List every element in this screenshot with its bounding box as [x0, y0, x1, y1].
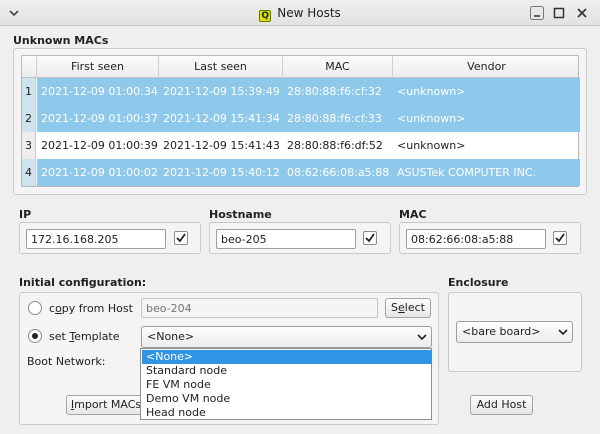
ip-label: IP: [19, 208, 32, 221]
hostname-checkbox[interactable]: [363, 231, 377, 245]
row-number: 3: [22, 132, 36, 159]
template-option-standard-node[interactable]: Standard node: [142, 364, 432, 378]
first-seen-cell: 2021-12-09 01:00:34: [37, 78, 159, 105]
mac-label: MAC: [399, 208, 427, 221]
mac-cell: 28:80:88:f6:df:52: [287, 139, 383, 152]
import-macs-button[interactable]: Import MACs: [66, 395, 146, 415]
unknown-macs-table[interactable]: First seen Last seen MAC Vendor 1 2021-1…: [21, 55, 580, 187]
minimize-icon[interactable]: [529, 5, 545, 21]
template-select-value: <None>: [147, 330, 195, 343]
row-number: 1: [22, 78, 36, 105]
first-seen-cell: 2021-12-09 01:00:39: [41, 139, 158, 152]
add-host-button[interactable]: Add Host: [470, 395, 533, 415]
template-dropdown-list[interactable]: <None> Standard node FE VM node Demo VM …: [140, 348, 432, 420]
copy-from-host-radio[interactable]: [28, 301, 42, 315]
table-row[interactable]: 3 2021-12-09 01:00:39 2021-12-09 15:41:4…: [22, 132, 578, 159]
table-row[interactable]: 2 2021-12-09 01:00:37 2021-12-09 15:41:3…: [22, 105, 580, 132]
first-seen-cell: 2021-12-09 01:00:37: [37, 105, 159, 132]
chevron-down-icon: [558, 329, 568, 336]
close-icon[interactable]: [574, 5, 590, 21]
copy-from-host-label[interactable]: copy from Host: [49, 302, 133, 315]
copy-from-host-input[interactable]: [141, 298, 378, 318]
column-header-last-seen[interactable]: Last seen: [159, 56, 283, 78]
set-template-radio[interactable]: [28, 329, 42, 343]
mac-cell: 28:80:88:f6:cf:32: [283, 78, 393, 105]
mac-checkbox[interactable]: [553, 231, 567, 245]
initial-config-label: Initial configuration:: [19, 276, 147, 289]
chevron-down-icon: [417, 334, 427, 341]
enclosure-select-value: <bare board>: [462, 325, 541, 338]
last-seen-cell: 2021-12-09 15:39:49: [159, 78, 283, 105]
enclosure-select[interactable]: <bare board>: [456, 321, 573, 343]
mac-cell: 28:80:88:f6:cf:33: [283, 105, 393, 132]
first-seen-cell: 2021-12-09 01:00:02: [37, 159, 159, 186]
window-menu-icon[interactable]: [6, 5, 22, 21]
hostname-label: Hostname: [209, 208, 272, 221]
title-bar: Q New Hosts: [0, 0, 600, 26]
table-row[interactable]: 4 2021-12-09 01:00:02 2021-12-09 15:40:1…: [22, 159, 580, 186]
column-header-first-seen[interactable]: First seen: [37, 56, 159, 78]
last-seen-cell: 2021-12-09 15:41:43: [163, 139, 280, 152]
maximize-icon[interactable]: [551, 5, 567, 21]
vendor-cell: <unknown>: [397, 139, 466, 152]
row-number: 4: [22, 159, 36, 186]
template-option-fe-vm-node[interactable]: FE VM node: [142, 378, 432, 392]
template-option-demo-vm-node[interactable]: Demo VM node: [142, 392, 432, 406]
table-row[interactable]: 1 2021-12-09 01:00:34 2021-12-09 15:39:4…: [22, 78, 580, 105]
app-logo-icon: Q: [259, 10, 272, 22]
last-seen-cell: 2021-12-09 15:40:12: [159, 159, 283, 186]
last-seen-cell: 2021-12-09 15:41:34: [159, 105, 283, 132]
corner-header: [22, 56, 37, 78]
ip-input[interactable]: [26, 229, 166, 249]
template-option-head-node[interactable]: Head node: [142, 406, 432, 420]
select-button[interactable]: Select: [385, 298, 431, 318]
template-option-none[interactable]: <None>: [142, 350, 432, 364]
window-title: New Hosts: [277, 6, 341, 20]
unknown-macs-label: Unknown MACs: [13, 34, 109, 47]
template-select[interactable]: <None>: [141, 326, 432, 348]
enclosure-label: Enclosure: [448, 276, 509, 289]
hostname-input[interactable]: [216, 229, 356, 249]
mac-cell: 08:62:66:08:a5:88: [283, 159, 393, 186]
mac-input[interactable]: [406, 229, 546, 249]
set-template-label[interactable]: set Template: [49, 330, 120, 343]
column-header-vendor[interactable]: Vendor: [393, 56, 580, 78]
vendor-cell: <unknown>: [393, 78, 580, 105]
boot-network-label: Boot Network:: [27, 355, 106, 368]
ip-checkbox[interactable]: [174, 231, 188, 245]
vendor-cell: ASUSTek COMPUTER INC.: [393, 159, 580, 186]
table-header: First seen Last seen MAC Vendor: [22, 56, 578, 78]
column-header-mac[interactable]: MAC: [283, 56, 393, 78]
row-number: 2: [22, 105, 36, 132]
vendor-cell: <unknown>: [393, 105, 580, 132]
